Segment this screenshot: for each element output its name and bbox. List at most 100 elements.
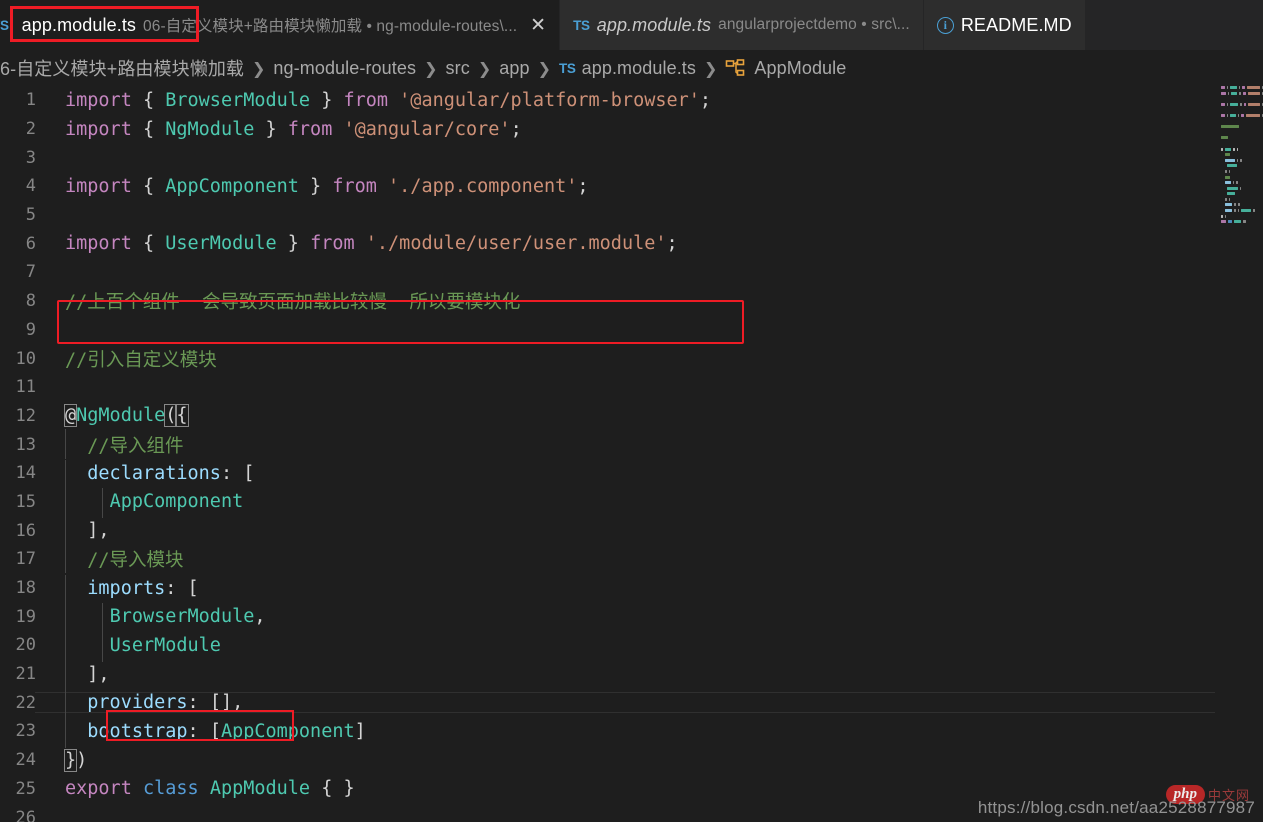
code-line-content[interactable]: export class AppModule { } bbox=[50, 778, 1263, 799]
code-line[interactable]: 6 import { UserModule } from './module/us… bbox=[0, 229, 1263, 258]
code-line[interactable]: 23 bootstrap: [AppComponent] bbox=[0, 717, 1263, 748]
code-token: import bbox=[65, 175, 132, 197]
minimap-token bbox=[1226, 86, 1228, 89]
breadcrumb-item-project[interactable]: ng-module-routes bbox=[273, 58, 416, 79]
code-line[interactable]: 9 bbox=[0, 316, 1263, 345]
code-line[interactable]: 22 providers: [], bbox=[0, 688, 1263, 720]
code-line-content[interactable]: import { UserModule } from './module/use… bbox=[50, 233, 1263, 254]
tab-readme-md[interactable]: i README.MD bbox=[923, 0, 1086, 50]
minimap-token bbox=[1228, 169, 1230, 173]
code-line[interactable]: 14 declarations: [ bbox=[0, 459, 1263, 490]
code-line[interactable]: 18 imports: [ bbox=[0, 574, 1263, 605]
code-line[interactable]: 16 ], bbox=[0, 516, 1263, 548]
minimap-token bbox=[1240, 102, 1242, 106]
code-line-content[interactable]: import { AppComponent } from './app.comp… bbox=[50, 176, 1263, 197]
code-line[interactable]: 10 //引入自定义模块 bbox=[0, 344, 1263, 373]
code-line-content[interactable]: ], bbox=[50, 660, 1263, 691]
code-line[interactable]: 20 UserModule bbox=[0, 631, 1263, 662]
code-line-content[interactable]: AppComponent bbox=[50, 488, 1263, 519]
code-line-content[interactable]: //上百个组件 会导致页面加载比较慢 所以要模块化 bbox=[50, 288, 1263, 314]
breadcrumb-item-file[interactable]: app.module.ts bbox=[582, 58, 696, 79]
tab-app-module-ts-active[interactable]: app.module.ts 06-自定义模块+路由模块懒加载 • ng-modu… bbox=[8, 0, 561, 50]
code-line[interactable]: 1 import { BrowserModule } from '@angular… bbox=[0, 86, 1263, 115]
code-line[interactable]: 19 BrowserModule, bbox=[0, 602, 1263, 634]
breadcrumb-item-folder[interactable]: 6-自定义模块+路由模块懒加载 bbox=[0, 55, 244, 81]
minimap-token bbox=[1221, 113, 1225, 117]
code-line[interactable]: 8 //上百个组件 会导致页面加载比较慢 所以要模块化 bbox=[0, 287, 1263, 316]
code-line[interactable]: 21 ], bbox=[0, 660, 1263, 691]
minimap-token bbox=[1247, 91, 1260, 95]
code-line[interactable]: 17 //导入模块 bbox=[0, 543, 1263, 574]
code-line[interactable]: 2 import { NgModule } from '@angular/core… bbox=[0, 115, 1263, 144]
code-line-content[interactable]: bootstrap: [AppComponent] bbox=[50, 717, 1263, 748]
code-line-content[interactable]: //引入自定义模块 bbox=[50, 346, 1263, 372]
code-line-content[interactable]: ], bbox=[50, 517, 1263, 548]
code-token: ] bbox=[87, 520, 99, 542]
minimap-token bbox=[1237, 203, 1241, 207]
minimap-token bbox=[1225, 197, 1227, 201]
line-number: 26 bbox=[15, 807, 36, 822]
code-token: , bbox=[98, 663, 110, 685]
breadcrumb-item-src[interactable]: src bbox=[446, 58, 470, 79]
code-line[interactable]: 11 bbox=[0, 373, 1263, 402]
code-line[interactable]: 25 export class AppModule { } bbox=[0, 775, 1263, 804]
breadcrumb-item-symbol[interactable]: AppModule bbox=[754, 58, 846, 79]
minimap-token bbox=[1234, 203, 1236, 207]
indent-guide bbox=[65, 689, 66, 720]
code-line[interactable]: 3 bbox=[0, 143, 1263, 172]
code-line-content[interactable]: import { BrowserModule } from '@angular/… bbox=[50, 90, 1263, 111]
code-line-content[interactable]: }) bbox=[50, 748, 1263, 772]
minimap-token bbox=[1221, 136, 1229, 140]
tab-strip-overflow-left: TS bbox=[0, 0, 9, 50]
minimap-token bbox=[1221, 214, 1223, 218]
code-token: [ bbox=[243, 462, 255, 484]
code-line[interactable]: 26 bbox=[0, 803, 1263, 822]
code-token: : bbox=[220, 462, 244, 484]
minimap-token bbox=[1228, 197, 1230, 201]
code-line[interactable]: 5 bbox=[0, 201, 1263, 230]
code-token: UserModule bbox=[165, 233, 277, 255]
code-line-content[interactable]: UserModule bbox=[50, 631, 1263, 662]
minimap-line bbox=[1221, 158, 1263, 163]
minimap-token bbox=[1241, 209, 1252, 213]
minimap-token bbox=[1246, 86, 1260, 89]
code-line-content[interactable]: imports: [ bbox=[50, 574, 1263, 605]
code-line[interactable]: 12 @NgModule({ bbox=[0, 402, 1263, 431]
code-line-content[interactable]: @NgModule({ bbox=[50, 404, 1263, 428]
code-token: from bbox=[332, 175, 377, 197]
code-token: ; bbox=[666, 233, 678, 255]
code-line[interactable]: 13 //导入组件 bbox=[0, 428, 1263, 459]
code-line-content[interactable]: declarations: [ bbox=[50, 459, 1263, 490]
code-line[interactable]: 15 AppComponent bbox=[0, 488, 1263, 519]
indent-guide bbox=[65, 717, 66, 748]
close-icon[interactable]: ✕ bbox=[530, 16, 546, 35]
line-number: 1 bbox=[25, 90, 36, 111]
code-line[interactable]: 4 import { AppComponent } from './app.com… bbox=[0, 172, 1263, 201]
line-number: 12 bbox=[15, 405, 36, 426]
minimap[interactable] bbox=[1215, 86, 1263, 822]
line-number: 23 bbox=[15, 721, 36, 742]
minimap-token bbox=[1236, 158, 1239, 162]
code-line-content[interactable]: //导入组件 bbox=[50, 428, 1263, 459]
code-token: { bbox=[142, 233, 155, 255]
code-line-content[interactable]: //导入模块 bbox=[50, 543, 1263, 574]
line-number: 22 bbox=[15, 692, 36, 713]
code-editor[interactable]: 1 import { BrowserModule } from '@angular… bbox=[0, 86, 1263, 822]
tab-app-module-ts-angularprojectdemo[interactable]: TS app.module.ts angularprojectdemo • sr… bbox=[560, 0, 924, 50]
code-token: from bbox=[287, 118, 333, 140]
code-line-content[interactable]: providers: [], bbox=[35, 689, 1263, 720]
minimap-line bbox=[1221, 113, 1263, 118]
code-line-content[interactable]: import { NgModule } from '@angular/core'… bbox=[50, 119, 1263, 140]
code-line[interactable]: 7 bbox=[0, 258, 1263, 287]
code-line-content[interactable]: BrowserModule, bbox=[50, 603, 1263, 634]
breadcrumb-item-app[interactable]: app bbox=[499, 58, 529, 79]
code-line[interactable]: 24}) bbox=[0, 746, 1263, 775]
line-number: 6 bbox=[25, 233, 36, 254]
minimap-token bbox=[1229, 113, 1237, 117]
